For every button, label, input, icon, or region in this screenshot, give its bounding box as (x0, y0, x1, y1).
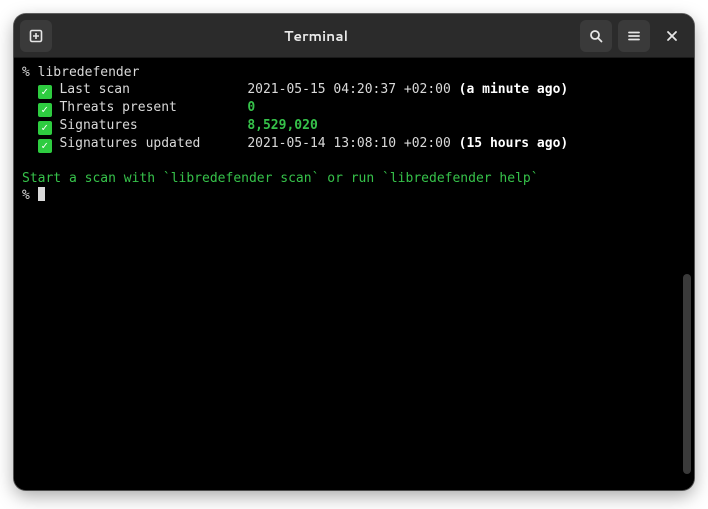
status-value: 0 (247, 100, 255, 115)
status-row: ✓ Signatures updated 2021-05-14 13:08:10… (22, 135, 686, 153)
hamburger-icon (626, 28, 642, 44)
new-tab-icon (28, 28, 44, 44)
scrollbar-thumb[interactable] (683, 274, 691, 474)
status-note: (15 hours ago) (459, 136, 569, 151)
command-text: libredefender (38, 65, 140, 80)
check-icon: ✓ (38, 85, 52, 99)
search-button[interactable] (580, 20, 612, 52)
status-value: 8,529,020 (247, 118, 317, 133)
status-value: 2021-05-14 13:08:10 +02:00 (247, 136, 458, 151)
status-value: 2021-05-15 04:20:37 +02:00 (247, 82, 458, 97)
status-label: Last scan (59, 82, 247, 97)
status-label: Signatures (59, 118, 247, 133)
hint-line: Start a scan with `libredefender scan` o… (22, 170, 686, 187)
check-icon: ✓ (38, 139, 52, 153)
status-row: ✓ Last scan 2021-05-15 04:20:37 +02:00 (… (22, 81, 686, 99)
hint-text: Start a scan with `libredefender scan` o… (22, 171, 539, 186)
cursor (38, 187, 45, 201)
close-icon (665, 29, 679, 43)
titlebar: Terminal (14, 14, 694, 58)
new-tab-button[interactable] (20, 20, 52, 52)
search-icon (588, 28, 604, 44)
prompt-symbol: % (22, 65, 38, 80)
window-title: Terminal (58, 26, 574, 46)
status-row: ✓ Threats present 0 (22, 99, 686, 117)
check-icon: ✓ (38, 121, 52, 135)
terminal-window: Terminal % (14, 14, 694, 490)
command-line: % libredefender (22, 64, 686, 81)
prompt-line: % (22, 187, 686, 204)
prompt-symbol: % (22, 188, 38, 203)
close-button[interactable] (656, 20, 688, 52)
status-row: ✓ Signatures 8,529,020 (22, 117, 686, 135)
status-label: Signatures updated (59, 136, 247, 151)
status-note: (a minute ago) (459, 82, 569, 97)
terminal-viewport[interactable]: % libredefender ✓ Last scan 2021-05-15 0… (14, 58, 694, 490)
status-label: Threats present (59, 100, 247, 115)
menu-button[interactable] (618, 20, 650, 52)
check-icon: ✓ (38, 103, 52, 117)
